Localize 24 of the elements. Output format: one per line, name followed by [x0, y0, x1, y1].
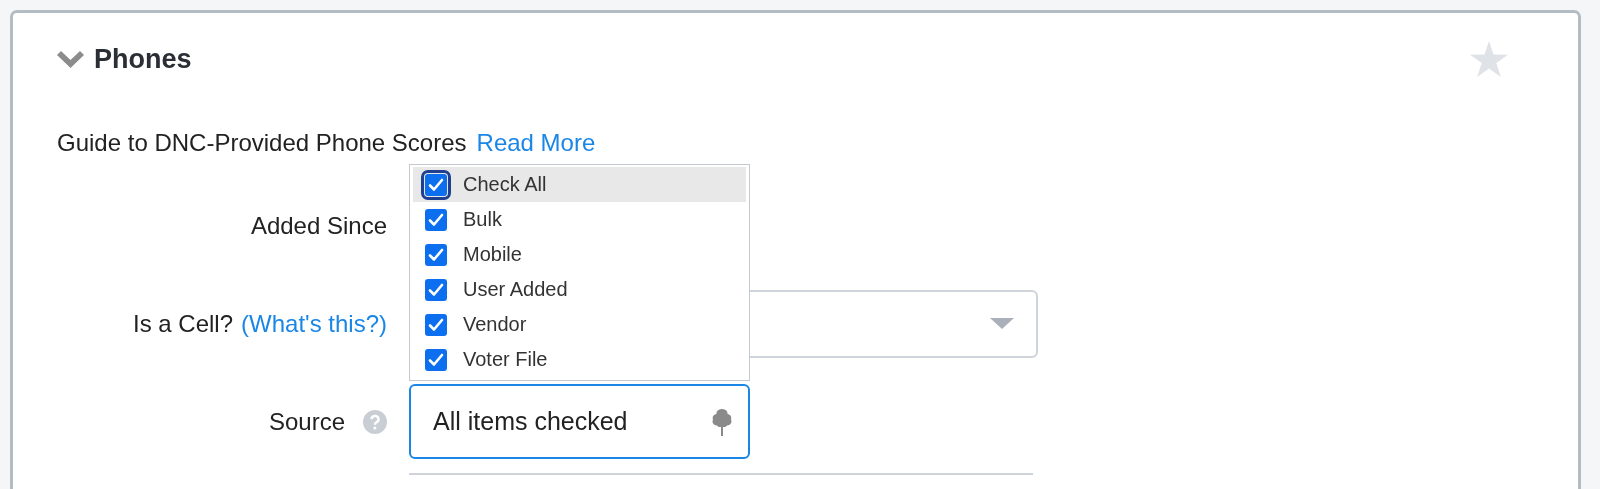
option-label[interactable]: Mobile [463, 243, 522, 266]
chevron-icon[interactable] [57, 50, 84, 68]
option-label[interactable]: Check All [463, 173, 547, 196]
option-label[interactable]: Voter File [463, 348, 548, 371]
section-title: Phones [94, 43, 192, 75]
tree-icon [710, 406, 734, 437]
checkbox[interactable] [425, 313, 447, 336]
checkbox[interactable] [425, 348, 447, 371]
option-label[interactable]: User Added [463, 278, 568, 301]
field-value: All items checked [433, 407, 628, 436]
caret-icon [990, 318, 1014, 330]
read-more-link[interactable]: Read More [476, 129, 596, 157]
checkbox[interactable] [425, 208, 447, 231]
option-label[interactable]: Bulk [463, 208, 502, 231]
guide-text: Guide to DNC-Provided Phone Scores [57, 129, 467, 157]
checkbox[interactable] [425, 278, 447, 301]
option-label[interactable]: Vendor [463, 313, 527, 336]
field-label: Added Since [250, 211, 387, 240]
field-label: Source [268, 407, 345, 436]
field-label: Is a Cell? [133, 310, 234, 338]
checkbox[interactable] [425, 243, 447, 266]
star-icon[interactable] [1470, 41, 1508, 77]
multiselect-field[interactable]: All items checked [409, 384, 750, 459]
help-link[interactable]: (What's this?) [241, 310, 387, 338]
